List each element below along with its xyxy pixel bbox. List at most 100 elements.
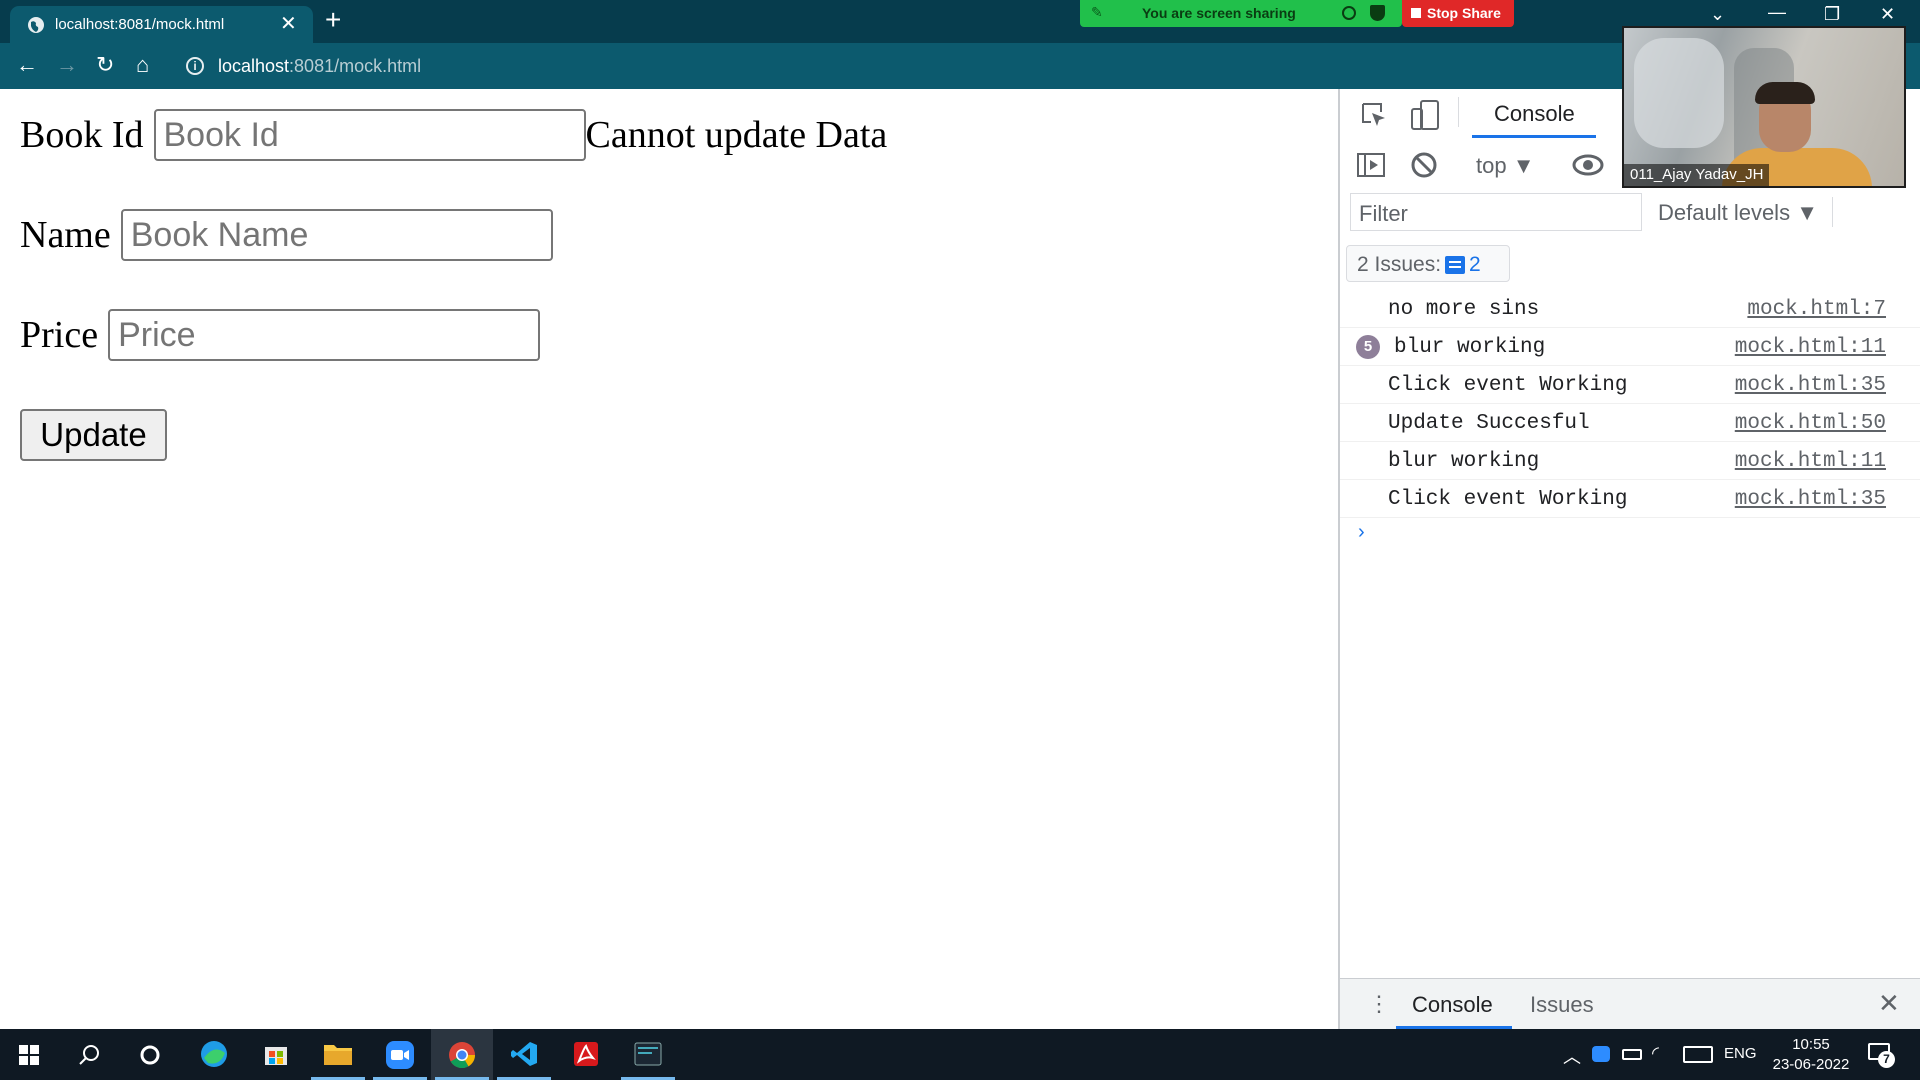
vscode-icon — [511, 1042, 537, 1066]
book-id-row: Book Id Cannot update Data — [20, 109, 887, 161]
browser-tab[interactable]: localhost:8081/mock.html ✕ — [10, 6, 313, 43]
taskbar-app-file-explorer[interactable] — [307, 1029, 369, 1080]
issue-chat-icon — [1445, 256, 1466, 275]
console-message: Update Succesful mock.html:50 — [1340, 404, 1920, 442]
shield-icon — [1370, 5, 1385, 21]
message-text: blur working — [1388, 450, 1540, 473]
clock-date: 23-06-2022 — [1772, 1056, 1850, 1073]
tab-close-icon[interactable]: ✕ — [280, 11, 297, 36]
language-indicator[interactable]: ENG — [1724, 1045, 1757, 1062]
tab-console[interactable]: Console — [1494, 101, 1575, 127]
taskbar-app-acrobat[interactable] — [555, 1029, 617, 1080]
taskbar-app-zoom[interactable] — [369, 1029, 431, 1080]
source-link[interactable]: mock.html:50 — [1735, 412, 1886, 435]
clock-time: 10:55 — [1792, 1036, 1830, 1053]
site-info-icon[interactable]: i — [186, 57, 204, 75]
stop-share-button[interactable]: Stop Share — [1402, 0, 1514, 27]
toolbar-divider — [1832, 197, 1833, 227]
update-button[interactable]: Update — [20, 409, 167, 461]
sidebar-toggle-icon[interactable] — [1356, 151, 1386, 179]
drawer-tab-issues[interactable]: Issues — [1530, 992, 1594, 1018]
window-close-icon[interactable]: ✕ — [1880, 4, 1895, 25]
wifi-icon[interactable]: ◜ — [1652, 1043, 1659, 1064]
book-name-input[interactable] — [120, 209, 553, 261]
context-selector[interactable]: top ▼ — [1476, 153, 1534, 179]
restore-icon[interactable]: ❐ — [1824, 4, 1840, 25]
cortana-icon[interactable] — [139, 1044, 161, 1066]
console-prompt-icon[interactable]: › — [1358, 521, 1365, 544]
live-expression-eye-icon[interactable] — [1572, 153, 1604, 177]
zoom-tray-icon[interactable] — [1592, 1046, 1610, 1062]
show-hidden-icons[interactable]: ︿ — [1563, 1043, 1581, 1069]
source-link[interactable]: mock.html:35 — [1735, 488, 1886, 511]
device-toolbar-icon[interactable] — [1410, 99, 1440, 131]
price-input[interactable] — [108, 309, 541, 361]
source-link[interactable]: mock.html:7 — [1747, 298, 1886, 321]
issues-counter[interactable]: 2 Issues: 2 — [1346, 245, 1510, 282]
source-link[interactable]: mock.html:35 — [1735, 374, 1886, 397]
taskbar-app-edge[interactable] — [183, 1029, 245, 1080]
url-path: :8081/mock.html — [289, 56, 422, 76]
console-message: no more sins mock.html:7 — [1340, 290, 1920, 328]
log-levels-dropdown[interactable]: Default levels ▼ — [1658, 200, 1818, 226]
price-label: Price — [20, 314, 99, 356]
reload-icon[interactable]: ↻ — [96, 51, 114, 79]
book-id-input[interactable] — [153, 109, 586, 161]
mysql-workbench-icon — [634, 1042, 662, 1066]
book-id-label: Book Id — [20, 114, 144, 156]
taskbar-app-chrome[interactable] — [431, 1029, 493, 1080]
close-drawer-icon[interactable]: ✕ — [1878, 988, 1900, 1019]
screen-sharing-banner[interactable]: ✎ You are screen sharing — [1080, 0, 1402, 27]
console-message: 5 blur working mock.html:11 — [1340, 328, 1920, 366]
notification-count: 7 — [1878, 1051, 1895, 1068]
filter-placeholder: Filter — [1359, 201, 1408, 226]
search-icon[interactable] — [78, 1044, 100, 1066]
tab-title: localhost:8081/mock.html — [55, 16, 225, 33]
sharing-status: You are screen sharing — [1142, 5, 1296, 21]
console-filter-input[interactable]: Filter — [1350, 193, 1642, 231]
drawer-tab-console[interactable]: Console — [1412, 992, 1493, 1018]
issues-count: 2 — [1469, 253, 1481, 276]
message-text: Click event Working — [1388, 374, 1628, 397]
address-bar[interactable]: localhost:8081/mock.html — [218, 56, 421, 77]
home-icon[interactable]: ⌂ — [136, 51, 149, 79]
console-message: Click event Working mock.html:35 — [1340, 366, 1920, 404]
windows-taskbar: ︿ ◜ ENG 10:55 23-06-2022 7 — [0, 1029, 1920, 1080]
issues-text: 2 Issues: — [1357, 253, 1442, 276]
inspect-element-icon[interactable] — [1360, 101, 1388, 129]
globe-icon — [28, 17, 44, 33]
back-icon[interactable]: ← — [16, 51, 38, 79]
stop-icon — [1411, 8, 1421, 18]
message-text: no more sins — [1388, 298, 1540, 321]
keyboard-icon[interactable] — [1683, 1046, 1713, 1063]
repeat-count-badge: 5 — [1356, 335, 1380, 359]
battery-icon[interactable] — [1622, 1049, 1642, 1060]
message-text: Click event Working — [1388, 488, 1628, 511]
participant-hair — [1755, 82, 1815, 104]
windows-start-icon[interactable] — [19, 1045, 39, 1065]
forward-icon[interactable]: → — [56, 51, 78, 79]
source-link[interactable]: mock.html:11 — [1735, 450, 1886, 473]
taskbar-app-mysql[interactable] — [617, 1029, 679, 1080]
console-message: Click event Working mock.html:35 — [1340, 480, 1920, 518]
devtools-panel: Console top ▼ Filter Default levels ▼ 2 … — [1338, 89, 1920, 1029]
acrobat-icon — [574, 1042, 598, 1066]
source-link[interactable]: mock.html:11 — [1735, 336, 1886, 359]
notification-center-icon[interactable]: 7 — [1868, 1043, 1895, 1068]
video-participant-thumbnail[interactable]: 011_Ajay Yadav_JH — [1622, 26, 1906, 188]
minimize-icon[interactable]: — — [1768, 2, 1786, 23]
more-options-icon[interactable]: ⋮ — [1368, 991, 1390, 1017]
name-label: Name — [20, 214, 111, 256]
clear-console-icon[interactable] — [1410, 151, 1438, 179]
edge-icon — [201, 1041, 227, 1067]
stop-share-label: Stop Share — [1427, 5, 1501, 21]
active-tab-indicator — [1472, 135, 1596, 138]
annotate-icon[interactable]: ✎ — [1091, 4, 1103, 21]
chrome-icon — [449, 1042, 476, 1069]
tab-search-icon[interactable]: ⌄ — [1710, 4, 1725, 25]
taskbar-app-vscode[interactable] — [493, 1029, 555, 1080]
clock[interactable]: 10:55 23-06-2022 — [1766, 1035, 1856, 1075]
info-icon[interactable] — [1342, 6, 1356, 20]
taskbar-app-store[interactable] — [245, 1029, 307, 1080]
new-tab-icon[interactable]: + — [325, 4, 341, 36]
